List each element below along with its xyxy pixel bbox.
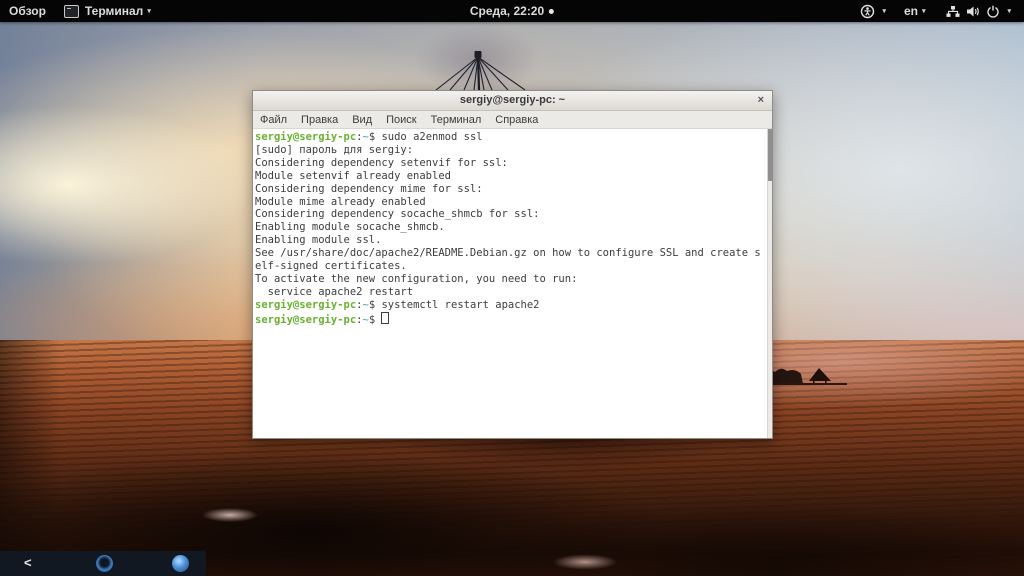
- terminal-icon: [63, 4, 79, 18]
- terminal-prompt-line: sergiy@sergiy-pc:~$: [255, 311, 772, 327]
- output-text: See /usr/share/doc/apache2/README.Debian…: [255, 247, 761, 260]
- menu-bar: Файл Правка Вид Поиск Терминал Справка: [253, 111, 772, 129]
- terminal-output-line: See /usr/share/doc/apache2/README.Debian…: [255, 247, 772, 260]
- terminal-content[interactable]: sergiy@sergiy-pc:~$ sudo a2enmod ssl [sud…: [253, 129, 772, 438]
- terminal-output-line: [sudo] пароль для sergiy:: [255, 144, 772, 157]
- output-text: Enabling module socache_shmcb.: [255, 221, 445, 234]
- output-text: Considering dependency setenvif for ssl:: [255, 156, 508, 169]
- island-silhouette: [763, 368, 847, 385]
- terminal-output-line: Enabling module socache_shmcb.: [255, 221, 772, 234]
- dock-app-icon-1[interactable]: [96, 555, 113, 572]
- desktop: Обзор Терминал ▾ Среда, 22:20 ▾ en ▾ ▾ s…: [0, 0, 1024, 576]
- wired-network-icon: [946, 5, 960, 17]
- window-title: sergiy@sergiy-pc: ~: [459, 94, 566, 106]
- chevron-down-icon: ▾: [147, 7, 151, 15]
- output-text: Module setenvif already enabled: [255, 169, 451, 182]
- close-button[interactable]: ×: [758, 91, 764, 110]
- command-text: sudo a2enmod ssl: [381, 131, 483, 143]
- activities-button[interactable]: Обзор: [0, 0, 55, 22]
- terminal-output-line: Considering dependency socache_shmcb for…: [255, 208, 772, 221]
- menu-item-terminal[interactable]: Терминал: [424, 112, 489, 128]
- output-text: service apache2 restart: [255, 285, 414, 298]
- terminal-prompt-line: sergiy@sergiy-pc:~$ sudo a2enmod ssl: [255, 131, 483, 143]
- power-icon: [987, 5, 1000, 18]
- top-bar: Обзор Терминал ▾ Среда, 22:20 ▾ en ▾ ▾: [0, 0, 1024, 22]
- menu-item-search[interactable]: Поиск: [379, 112, 423, 128]
- output-text: Module mime already enabled: [255, 195, 426, 208]
- terminal-output-line: Enabling module ssl.: [255, 234, 772, 247]
- output-text: [sudo] пароль для sergiy:: [255, 143, 420, 156]
- scrollbar-thumb[interactable]: [768, 129, 772, 181]
- menu-item-help[interactable]: Справка: [488, 112, 545, 128]
- dock-hide-chevron-icon[interactable]: <: [24, 555, 32, 570]
- output-text: To activate the new configuration, you n…: [255, 272, 578, 285]
- accessibility-menu-button[interactable]: ▾: [848, 0, 895, 22]
- terminal-output-line: Module mime already enabled: [255, 196, 772, 209]
- menu-item-edit[interactable]: Правка: [294, 112, 345, 128]
- prompt-user-host: sergiy@sergiy-pc: [255, 131, 357, 143]
- activities-label: Обзор: [9, 4, 46, 18]
- volume-icon: [967, 6, 980, 16]
- app-menu-button[interactable]: Терминал ▾: [55, 0, 160, 22]
- prompt-user-host: sergiy@sergiy-pc: [255, 298, 357, 311]
- menu-item-file[interactable]: Файл: [253, 112, 294, 128]
- ship-mast-silhouette: [435, 51, 526, 90]
- chevron-down-icon: ▾: [921, 7, 926, 15]
- dock-app-icon-2[interactable]: [172, 555, 189, 572]
- output-text: Considering dependency mime for ssl:: [255, 182, 483, 195]
- chevron-down-icon: ▾: [1007, 7, 1011, 15]
- output-text: elf-signed certificates.: [255, 260, 407, 273]
- chevron-down-icon: ▾: [882, 7, 886, 15]
- output-text: Enabling module ssl.: [255, 234, 382, 247]
- app-menu-label: Терминал: [84, 4, 144, 18]
- accessibility-icon: [861, 4, 875, 18]
- terminal-output-line: Considering dependency setenvif for ssl:: [255, 157, 772, 170]
- scrollbar[interactable]: [767, 129, 772, 438]
- clock-button[interactable]: Среда, 22:20: [461, 0, 563, 22]
- terminal-output-line: Considering dependency mime for ssl:: [255, 183, 772, 196]
- system-menu-button[interactable]: ▾: [934, 0, 1020, 22]
- dock: <: [0, 551, 206, 576]
- terminal-output-line: service apache2 restart: [255, 286, 772, 299]
- command-text: systemctl restart apache2: [381, 298, 540, 311]
- menu-item-view[interactable]: Вид: [345, 112, 379, 128]
- output-text: Considering dependency socache_shmcb for…: [255, 208, 540, 221]
- terminal-prompt-line: sergiy@sergiy-pc:~$ systemctl restart ap…: [255, 298, 540, 311]
- terminal-cursor: [381, 311, 390, 324]
- notification-dot-icon: [549, 8, 555, 14]
- terminal-output-line: To activate the new configuration, you n…: [255, 273, 772, 286]
- terminal-window: sergiy@sergiy-pc: ~ × Файл Правка Вид Поиск…: [252, 90, 773, 439]
- window-titlebar[interactable]: sergiy@sergiy-pc: ~ ×: [253, 91, 772, 111]
- clock-label: Среда, 22:20: [469, 4, 545, 18]
- prompt-user-host: sergiy@sergiy-pc: [255, 313, 357, 326]
- keyboard-layout-button[interactable]: en ▾: [895, 0, 935, 22]
- keyboard-layout-label: en: [903, 4, 918, 18]
- terminal-output-line: Module setenvif already enabled: [255, 170, 772, 183]
- terminal-output-line: elf-signed certificates.: [255, 260, 772, 273]
